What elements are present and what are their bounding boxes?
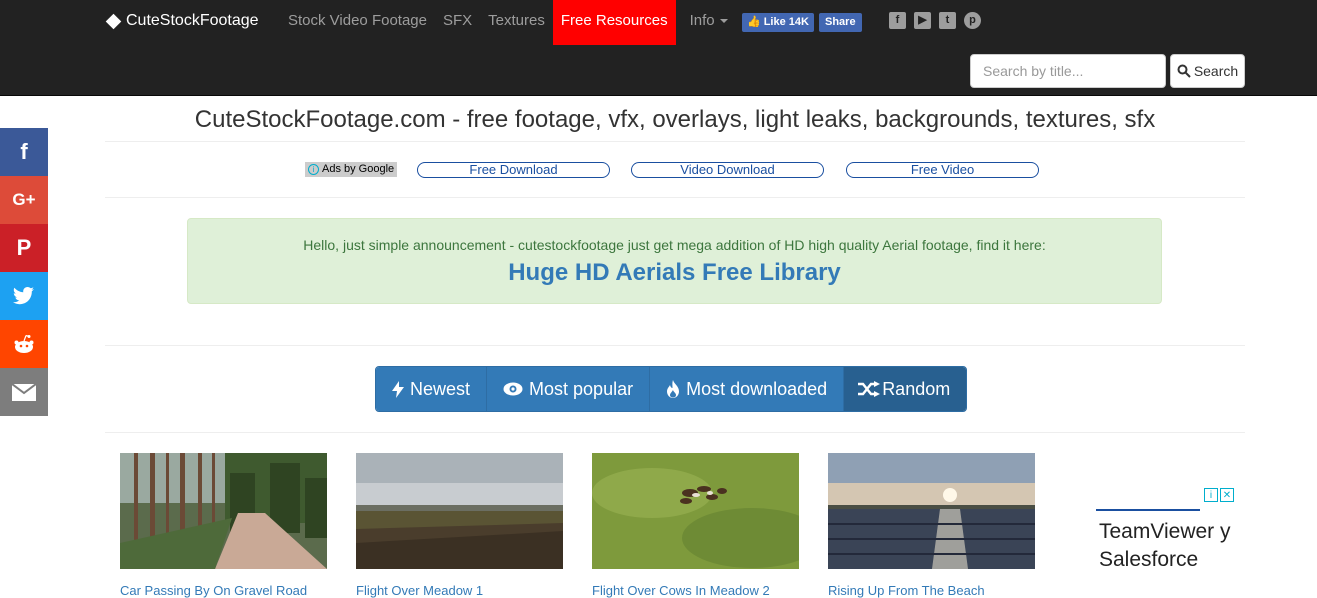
sort-most-downloaded-button[interactable]: Most downloaded xyxy=(650,367,845,411)
divider xyxy=(105,345,1245,346)
caret-down-icon xyxy=(719,19,728,24)
top-navbar: CuteStockFootage Stock Video Footage SFX… xyxy=(0,0,1317,96)
info-icon[interactable]: i xyxy=(1204,488,1218,502)
ads-label-text: Ads by Google xyxy=(322,163,395,175)
ad-choices: i ✕ xyxy=(1204,488,1234,502)
youtube-icon[interactable]: ▶ xyxy=(914,12,931,29)
diamond-icon xyxy=(105,13,122,29)
sort-newest-label: Newest xyxy=(410,378,471,399)
sort-most-popular-label: Most popular xyxy=(529,378,634,399)
share-pinterest-button[interactable]: P xyxy=(0,224,48,272)
facebook-like-button[interactable]: 👍 Like 14K xyxy=(742,13,814,32)
pinterest-icon: P xyxy=(16,235,32,260)
divider xyxy=(105,141,1245,142)
share-twitter-button[interactable] xyxy=(0,272,48,320)
nav-link-textures[interactable]: Textures xyxy=(480,0,553,45)
video-thumbnail[interactable] xyxy=(828,453,1035,569)
video-thumbnail[interactable] xyxy=(120,453,327,569)
sort-random-label: Random xyxy=(882,378,951,399)
video-card[interactable]: Flight Over Meadow 1 xyxy=(356,453,563,598)
page-headline: CuteStockFootage.com - free footage, vfx… xyxy=(194,106,1156,133)
thumbs-up-icon: 👍 xyxy=(747,16,761,28)
reddit-icon xyxy=(14,334,34,353)
ad-link-video-download[interactable]: Video Download xyxy=(631,162,824,178)
share-facebook-button[interactable]: f xyxy=(0,128,48,176)
nav-links: Stock Video Footage SFX Textures Free Re… xyxy=(280,0,736,45)
search-button[interactable]: Search xyxy=(1170,54,1245,88)
ad-link-free-video[interactable]: Free Video xyxy=(846,162,1039,178)
email-icon xyxy=(12,383,36,401)
share-sidebar: f G+ P xyxy=(0,128,48,416)
video-title[interactable]: Flight Over Cows In Meadow 2 xyxy=(592,583,799,598)
video-title[interactable]: Flight Over Meadow 1 xyxy=(356,583,563,598)
announcement-text: Hello, just simple announcement - cutest… xyxy=(303,237,1046,253)
sort-button-group: Newest Most popular Most downloaded Rand… xyxy=(375,366,968,412)
video-card[interactable]: Rising Up From The Beach xyxy=(828,453,1035,598)
social-links: f ▶ t p xyxy=(889,12,981,29)
shuffle-icon xyxy=(858,381,881,397)
nav-link-sfx[interactable]: SFX xyxy=(435,0,480,45)
facebook-icon: f xyxy=(20,139,28,164)
nav-link-stock-video-footage[interactable]: Stock Video Footage xyxy=(280,0,435,45)
fire-icon xyxy=(667,380,680,398)
video-card[interactable]: Car Passing By On Gravel Road xyxy=(120,453,327,598)
nav-link-free-resources[interactable]: Free Resources xyxy=(552,0,676,45)
share-email-button[interactable] xyxy=(0,368,48,416)
twitter-icon xyxy=(13,287,34,305)
divider xyxy=(105,432,1245,433)
share-google-plus-button[interactable]: G+ xyxy=(0,176,48,224)
sort-random-button[interactable]: Random xyxy=(844,367,967,411)
share-reddit-button[interactable] xyxy=(0,320,48,368)
eye-icon xyxy=(503,382,523,396)
search-icon xyxy=(1177,64,1191,78)
search-button-label: Search xyxy=(1193,63,1239,79)
info-icon: i xyxy=(308,164,319,175)
sort-most-popular-button[interactable]: Most popular xyxy=(487,367,651,411)
sort-newest-button[interactable]: Newest xyxy=(376,367,488,411)
divider xyxy=(105,197,1245,198)
close-icon[interactable]: ✕ xyxy=(1220,488,1234,502)
facebook-like-label: Like 14K xyxy=(763,16,809,28)
brand-logo[interactable]: CuteStockFootage xyxy=(105,12,259,30)
video-thumbnail[interactable] xyxy=(356,453,563,569)
ad-divider xyxy=(1096,509,1200,511)
aerials-library-link[interactable]: Huge HD Aerials Free Library xyxy=(188,259,1161,287)
bolt-icon xyxy=(392,380,404,398)
nav-link-info-label: Info xyxy=(689,12,715,29)
search-input[interactable] xyxy=(970,54,1166,88)
video-thumbnail[interactable] xyxy=(592,453,822,569)
facebook-share-button[interactable]: Share xyxy=(819,13,862,32)
ads-by-google-label[interactable]: i Ads by Google xyxy=(305,162,398,177)
twitter-icon[interactable]: t xyxy=(939,12,956,29)
video-card[interactable]: Flight Over Cows In Meadow 2 xyxy=(592,453,822,598)
facebook-icon[interactable]: f xyxy=(889,12,906,29)
sort-most-downloaded-label: Most downloaded xyxy=(686,378,828,399)
pinterest-icon[interactable]: p xyxy=(964,12,981,29)
brand-name: CuteStockFootage xyxy=(126,12,259,29)
announcement-alert: Hello, just simple announcement - cutest… xyxy=(187,218,1162,304)
nav-link-info[interactable]: Info xyxy=(682,0,736,45)
google-plus-icon: G+ xyxy=(12,190,36,209)
video-title[interactable]: Rising Up From The Beach xyxy=(828,583,1035,598)
video-title[interactable]: Car Passing By On Gravel Road xyxy=(120,583,327,598)
ad-link-free-download[interactable]: Free Download xyxy=(417,162,610,178)
side-ad-text[interactable]: TeamViewer y Salesforce xyxy=(1099,518,1239,574)
